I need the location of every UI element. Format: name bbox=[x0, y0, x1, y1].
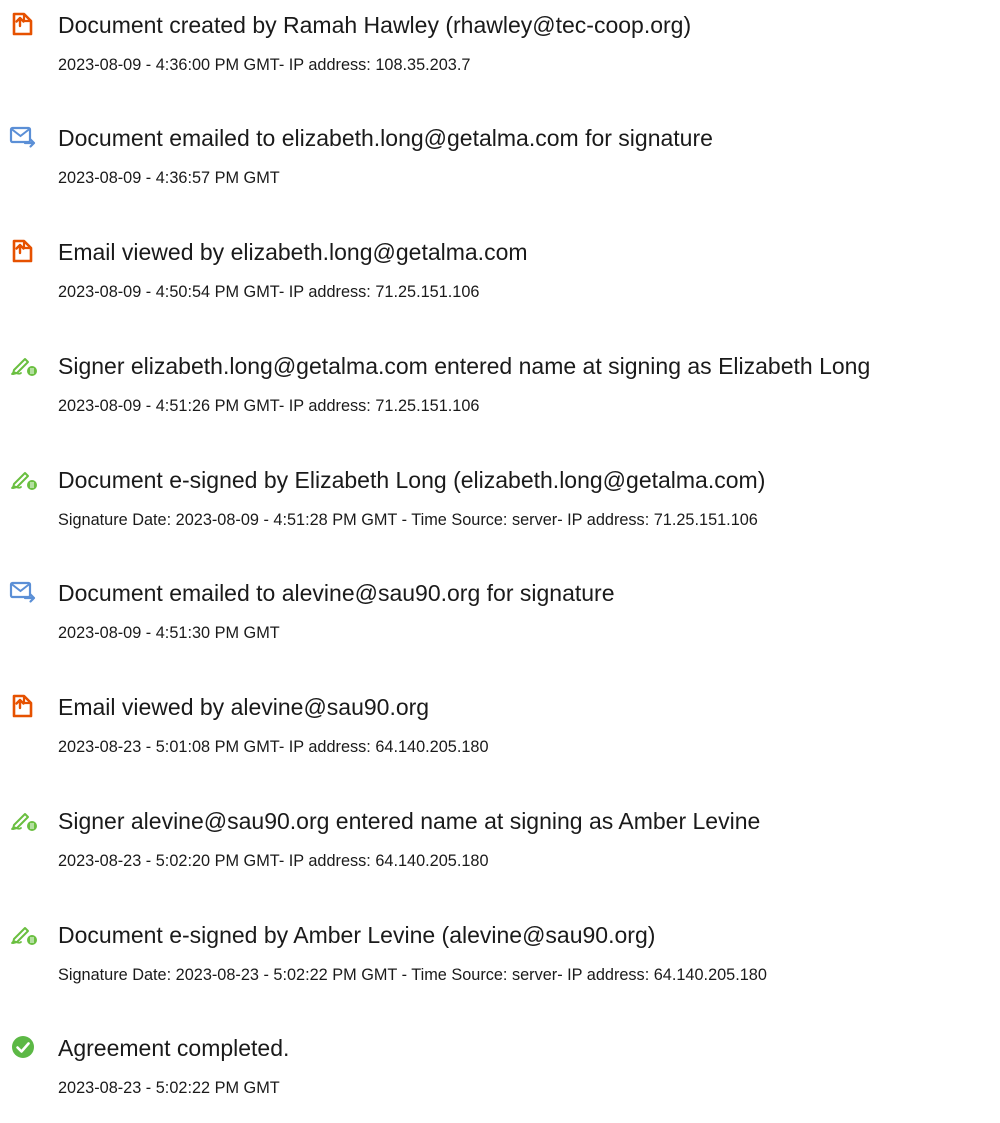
audit-event: Agreement completed. 2023-08-23 - 5:02:2… bbox=[0, 1023, 1000, 1123]
audit-event: Email viewed by alevine@sau90.org 2023-0… bbox=[0, 682, 1000, 782]
event-title: Email viewed by alevine@sau90.org bbox=[58, 694, 430, 720]
signature-pen-icon bbox=[9, 807, 39, 833]
event-title: Document created by Ramah Hawley (rhawle… bbox=[58, 12, 692, 38]
event-timestamp: 2023-08-09 - 4:51:26 PM GMT- IP address:… bbox=[58, 397, 480, 415]
event-timestamp: 2023-08-09 - 4:51:30 PM GMT bbox=[58, 624, 280, 642]
email-viewed-icon bbox=[9, 693, 39, 719]
event-title: Document e-signed by Amber Levine (alevi… bbox=[58, 922, 656, 948]
event-timestamp: Signature Date: 2023-08-23 - 5:02:22 PM … bbox=[58, 966, 767, 984]
email-sent-icon bbox=[9, 124, 39, 150]
event-title: Agreement completed. bbox=[58, 1035, 290, 1061]
event-timestamp: 2023-08-09 - 4:36:57 PM GMT bbox=[58, 169, 280, 187]
audit-event: Signer elizabeth.long@getalma.com entere… bbox=[0, 341, 1000, 441]
event-timestamp: Signature Date: 2023-08-09 - 4:51:28 PM … bbox=[58, 511, 758, 529]
event-timestamp: 2023-08-09 - 4:50:54 PM GMT- IP address:… bbox=[58, 283, 480, 301]
signature-pen-icon bbox=[9, 466, 39, 492]
event-timestamp: 2023-08-23 - 5:02:20 PM GMT- IP address:… bbox=[58, 852, 489, 870]
audit-event: Email viewed by elizabeth.long@getalma.c… bbox=[0, 227, 1000, 327]
event-timestamp: 2023-08-23 - 5:02:22 PM GMT bbox=[58, 1079, 280, 1097]
completed-check-icon bbox=[9, 1034, 39, 1060]
event-timestamp: 2023-08-23 - 5:01:08 PM GMT- IP address:… bbox=[58, 738, 489, 756]
email-viewed-icon bbox=[9, 238, 39, 264]
event-title: Document e-signed by Elizabeth Long (eli… bbox=[58, 467, 766, 493]
event-title: Document emailed to elizabeth.long@getal… bbox=[58, 125, 713, 151]
audit-event: Signer alevine@sau90.org entered name at… bbox=[0, 796, 1000, 896]
audit-event: Document emailed to elizabeth.long@getal… bbox=[0, 113, 1000, 213]
event-title: Signer elizabeth.long@getalma.com entere… bbox=[58, 353, 871, 379]
audit-event: Document emailed to alevine@sau90.org fo… bbox=[0, 568, 1000, 668]
email-sent-icon bbox=[9, 579, 39, 605]
audit-event: Document e-signed by Amber Levine (alevi… bbox=[0, 910, 1000, 1010]
event-title: Email viewed by elizabeth.long@getalma.c… bbox=[58, 239, 528, 265]
audit-trail-list: Document created by Ramah Hawley (rhawle… bbox=[0, 0, 1000, 1110]
audit-event: Document created by Ramah Hawley (rhawle… bbox=[0, 0, 1000, 100]
signature-pen-icon bbox=[9, 352, 39, 378]
event-title: Signer alevine@sau90.org entered name at… bbox=[58, 808, 761, 834]
signature-pen-icon bbox=[9, 921, 39, 947]
event-title: Document emailed to alevine@sau90.org fo… bbox=[58, 580, 615, 606]
audit-event: Document e-signed by Elizabeth Long (eli… bbox=[0, 455, 1000, 555]
document-created-icon bbox=[9, 11, 39, 37]
event-timestamp: 2023-08-09 - 4:36:00 PM GMT- IP address:… bbox=[58, 56, 471, 74]
